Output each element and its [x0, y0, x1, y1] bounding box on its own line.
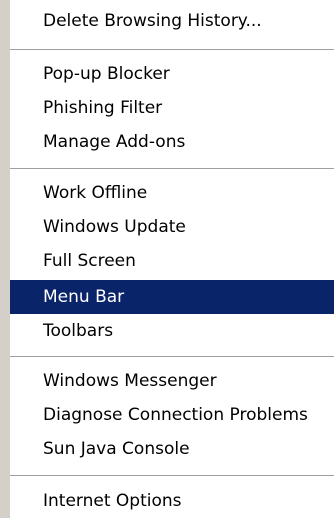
- menu-item-label: Pop-up Blocker: [43, 64, 170, 84]
- menu-item-menu-bar[interactable]: Menu Bar: [10, 280, 334, 314]
- menu-item-sun-java-console[interactable]: Sun Java Console: [10, 432, 334, 466]
- menu-item-label: Windows Messenger: [43, 371, 217, 391]
- menu-item-label: Windows Update: [43, 217, 186, 237]
- menu-item-phishing-filter[interactable]: Phishing Filter: [10, 91, 334, 125]
- menu-item-delete-browsing-history[interactable]: Delete Browsing History...: [10, 4, 334, 38]
- menu-item-label: Diagnose Connection Problems: [43, 405, 308, 425]
- menu-item-full-screen[interactable]: Full Screen: [10, 244, 334, 278]
- menu-item-label: Internet Options: [43, 491, 182, 511]
- menu-item-work-offline[interactable]: Work Offline: [10, 176, 334, 210]
- menu-item-label: Phishing Filter: [43, 98, 163, 118]
- menu-separator: [10, 356, 334, 358]
- menu-item-label: Delete Browsing History...: [43, 11, 262, 31]
- tools-menu: Delete Browsing History... Pop-up Blocke…: [0, 0, 334, 518]
- menu-separator: [10, 168, 334, 170]
- menu-item-label: Sun Java Console: [43, 439, 190, 459]
- menu-separator: [10, 49, 334, 51]
- menu-item-label: Manage Add-ons: [43, 132, 186, 152]
- menu-item-label: Menu Bar: [43, 287, 125, 307]
- menu-item-label: Full Screen: [43, 251, 136, 271]
- menu-item-diagnose-connection-problems[interactable]: Diagnose Connection Problems: [10, 398, 334, 432]
- menu-item-toolbars[interactable]: Toolbars: [10, 314, 334, 348]
- menu-separator: [10, 475, 334, 477]
- menu-item-pop-up-blocker[interactable]: Pop-up Blocker: [10, 57, 334, 91]
- menu-item-label: Work Offline: [43, 183, 148, 203]
- menu-item-windows-messenger[interactable]: Windows Messenger: [10, 364, 334, 398]
- menu-item-label: Toolbars: [43, 321, 114, 341]
- menu-item-internet-options[interactable]: Internet Options: [10, 484, 334, 518]
- menu-item-windows-update[interactable]: Windows Update: [10, 210, 334, 244]
- menu-item-manage-add-ons[interactable]: Manage Add-ons: [10, 125, 334, 159]
